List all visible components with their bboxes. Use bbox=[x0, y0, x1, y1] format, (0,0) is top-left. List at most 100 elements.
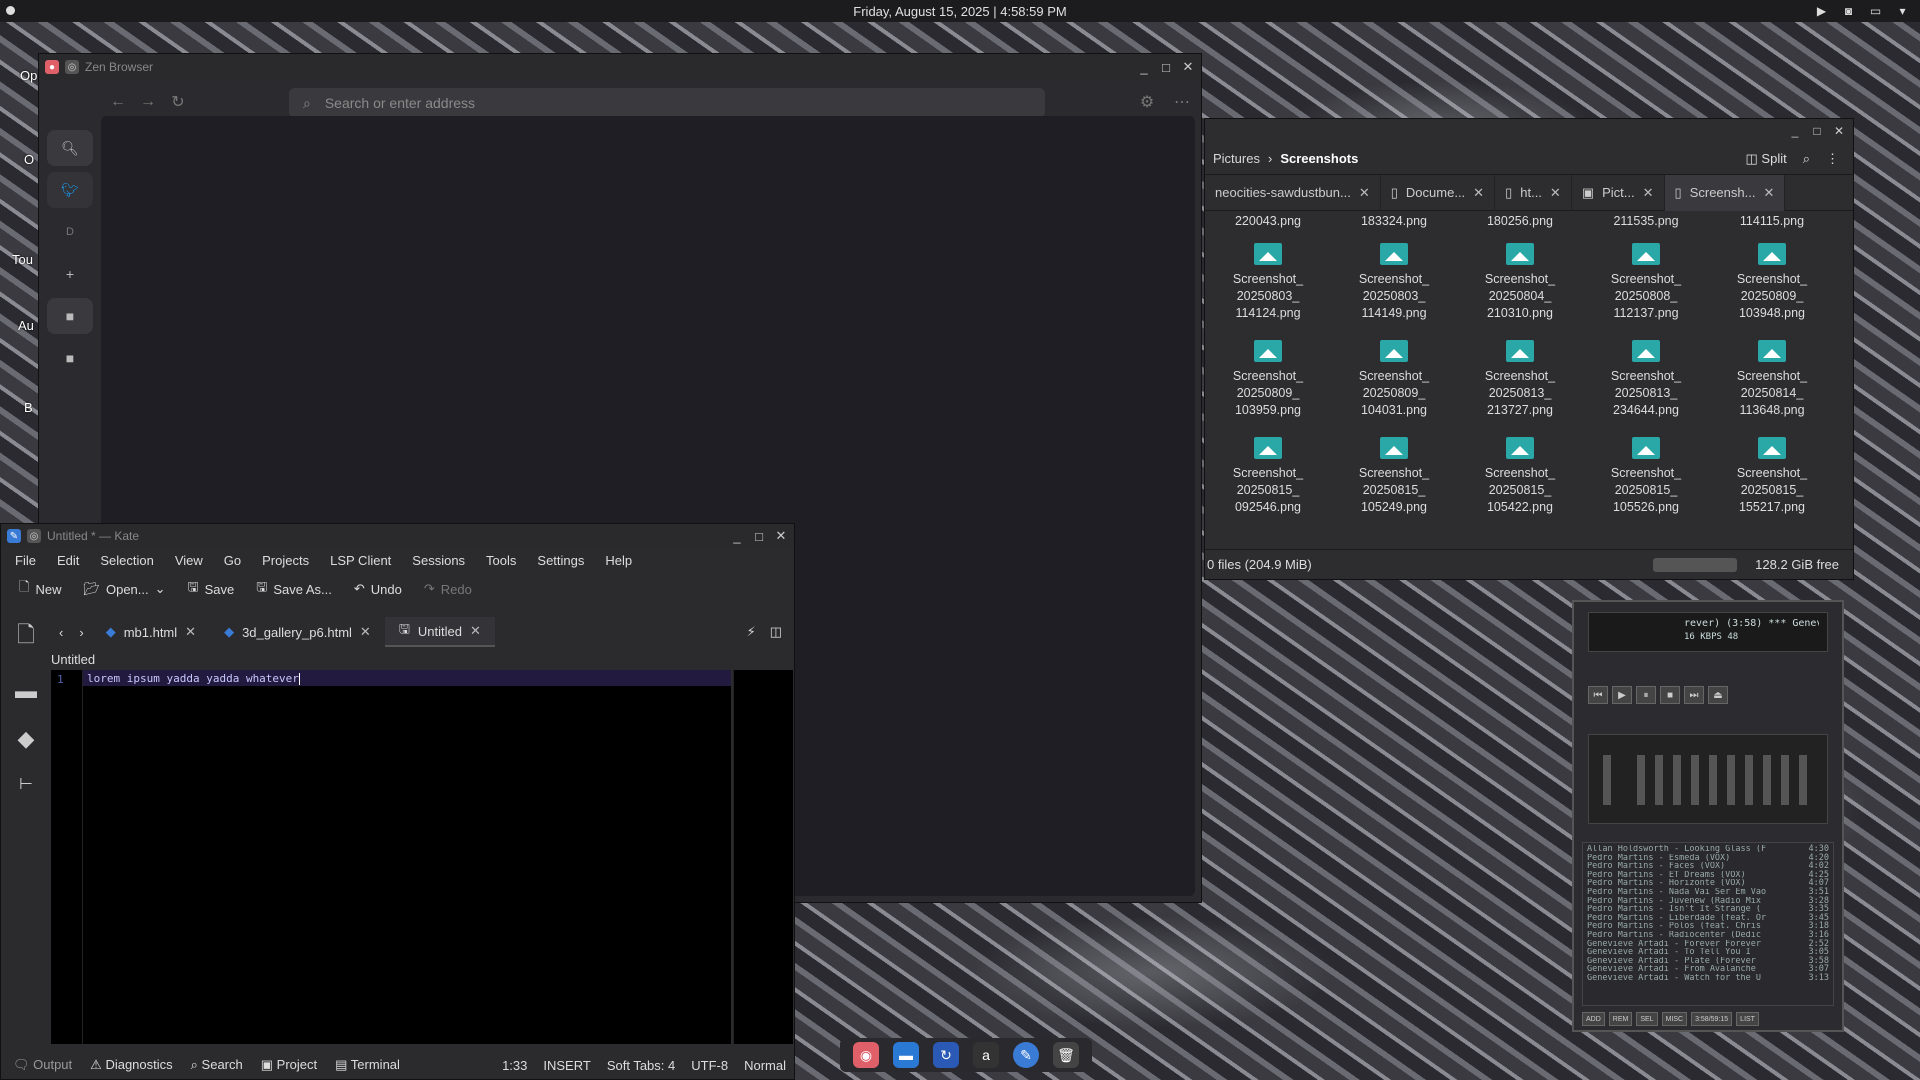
kate-launcher-icon[interactable]: ✎ bbox=[1013, 1042, 1039, 1068]
terminal-button[interactable]: ▤ Terminal bbox=[335, 1057, 400, 1073]
split-view-icon[interactable]: ◫ bbox=[770, 624, 782, 640]
fm-titlebar[interactable]: _ □ ✕ bbox=[1205, 119, 1853, 143]
playlist-item[interactable]: Genevieve Artadi - Watch for the U 3:13 bbox=[1587, 974, 1829, 983]
playlist-control[interactable]: MISC bbox=[1661, 1012, 1688, 1026]
address-bar[interactable]: ⌕ Search or enter address bbox=[289, 88, 1045, 118]
activities-icon[interactable] bbox=[6, 6, 15, 15]
playlist-item[interactable]: Allan Holdsworth - Looking Glass (F 4:30 bbox=[1587, 845, 1829, 854]
save-as-button[interactable]: 🖫︎ Save As... bbox=[256, 578, 332, 600]
playlist-item[interactable]: Pedro Martins - Nada Vai Ser Em Vao 3:51 bbox=[1587, 888, 1829, 897]
minimize-icon[interactable]: _ bbox=[1135, 58, 1153, 76]
project-tree-icon[interactable]: ⊢ bbox=[19, 774, 33, 794]
tab-scroll-right-icon[interactable]: › bbox=[71, 617, 91, 647]
menu-go[interactable]: Go bbox=[224, 553, 241, 568]
close-icon[interactable]: ✕ bbox=[772, 527, 790, 545]
search-button[interactable]: ⌕ Search bbox=[191, 1057, 243, 1073]
playlist-item[interactable]: Genevieve Artadi - Forever Forever 2:52 bbox=[1587, 939, 1829, 949]
playlist-item[interactable]: Pedro Martins - Polos (feat. Chris 3:18 bbox=[1587, 922, 1829, 931]
desktop-icon-label[interactable]: Au bbox=[18, 318, 34, 333]
pin-icon[interactable]: ◎ bbox=[65, 60, 79, 74]
add-icon[interactable]: + bbox=[47, 256, 93, 292]
file-item[interactable]: Screenshot_ 20250815_ 155217.png bbox=[1709, 437, 1835, 516]
playlist-item[interactable]: Pedro Martins - Esmeda (VOX) 4:20 bbox=[1587, 853, 1829, 863]
eq-slider[interactable] bbox=[1673, 755, 1681, 805]
audio-launcher-icon[interactable]: a bbox=[973, 1042, 999, 1068]
close-icon[interactable]: ✕ bbox=[1831, 123, 1847, 139]
desktop-icon-label[interactable]: B bbox=[24, 400, 33, 415]
editor[interactable]: 1 lorem ipsum yadda yadda whatever bbox=[51, 670, 731, 1044]
eq-slider[interactable] bbox=[1709, 755, 1717, 805]
file-item[interactable]: Screenshot_ 20250815_ 105249.png bbox=[1331, 437, 1457, 516]
menu-tools[interactable]: Tools bbox=[486, 553, 516, 568]
save-button[interactable]: 🖫︎ Save bbox=[188, 578, 235, 600]
updater-launcher-icon[interactable]: ↻ bbox=[933, 1042, 959, 1068]
file-item[interactable]: Screenshot_ 20250814_ 113648.png bbox=[1709, 340, 1835, 419]
pin-icon[interactable]: ◎ bbox=[27, 529, 41, 543]
file-item[interactable]: Screenshot_ 20250804_ 210310.png bbox=[1457, 243, 1583, 322]
forward-icon[interactable]: → bbox=[133, 93, 163, 111]
menu-lsp-client[interactable]: LSP Client bbox=[330, 553, 391, 568]
playlist-control[interactable]: ADD bbox=[1582, 1012, 1605, 1026]
indentation[interactable]: Soft Tabs: 4 bbox=[607, 1058, 675, 1073]
file-item[interactable]: Screenshot_ 20250813_ 234644.png bbox=[1583, 340, 1709, 419]
desktop-icon-label[interactable]: Tou bbox=[12, 252, 33, 267]
eject-icon[interactable]: ⏏ bbox=[1708, 686, 1728, 704]
cursor-position[interactable]: 1:33 bbox=[502, 1058, 527, 1073]
playlist-item[interactable]: Pedro Martins - Juvenew (Radio Mix 3:28 bbox=[1587, 896, 1829, 906]
user-icon[interactable]: ◙ bbox=[1841, 3, 1856, 18]
open-button[interactable]: 📂︎ Open... ⌄ bbox=[83, 581, 165, 597]
editor-line[interactable]: lorem ipsum yadda yadda whatever bbox=[83, 670, 731, 686]
media-play-icon[interactable]: ▶ bbox=[1814, 3, 1829, 18]
eq-slider[interactable] bbox=[1637, 755, 1645, 805]
menu-file[interactable]: File bbox=[15, 553, 36, 568]
file-item[interactable]: Screenshot_ 20250815_ 092546.png bbox=[1205, 437, 1331, 516]
eq-slider[interactable] bbox=[1691, 755, 1699, 805]
breadcrumb-pictures[interactable]: Pictures bbox=[1213, 151, 1260, 166]
undo-button[interactable]: ↶ Undo bbox=[354, 581, 402, 597]
maximize-icon[interactable]: □ bbox=[750, 527, 768, 545]
prev-icon[interactable]: ⏮ bbox=[1588, 686, 1608, 704]
search-icon[interactable]: ⌕ bbox=[1803, 151, 1810, 167]
play-icon[interactable]: ▶ bbox=[1612, 686, 1632, 704]
menu-help[interactable]: Help bbox=[605, 553, 632, 568]
file-item[interactable]: Screenshot_ 20250809_ 103948.png bbox=[1709, 243, 1835, 322]
diagnostics-button[interactable]: ⚠︎ Diagnostics bbox=[90, 1057, 172, 1073]
extensions-icon[interactable]: ⚙ bbox=[1132, 92, 1162, 112]
maximize-icon[interactable]: □ bbox=[1809, 123, 1825, 139]
clock[interactable]: Friday, August 15, 2025 | 4:58:59 PM bbox=[853, 4, 1066, 19]
eq-slider[interactable] bbox=[1781, 755, 1789, 805]
minimize-icon[interactable]: _ bbox=[1787, 123, 1803, 139]
quick-action-icon[interactable]: ⚡︎ bbox=[747, 624, 756, 640]
editing-mode[interactable]: Normal bbox=[744, 1058, 786, 1073]
next-icon[interactable]: ⏭ bbox=[1684, 686, 1704, 704]
close-tab-icon[interactable]: ✕ bbox=[360, 624, 371, 640]
stop-icon[interactable]: ■ bbox=[1660, 686, 1680, 704]
file-item[interactable]: 211535.png bbox=[1583, 215, 1709, 230]
tab-3d-gallery[interactable]: ◆ 3d_gallery_p6.html ✕ bbox=[210, 617, 385, 647]
close-icon[interactable]: ✕ bbox=[1179, 58, 1197, 76]
file-item[interactable]: Screenshot_ 20250809_ 103959.png bbox=[1205, 340, 1331, 419]
reload-icon[interactable]: ↻ bbox=[163, 92, 193, 112]
file-item[interactable]: 114115.png bbox=[1709, 215, 1835, 230]
playlist-control[interactable]: SEL bbox=[1636, 1012, 1658, 1026]
tab-pictures[interactable]: ▣ Pict... ✕ bbox=[1572, 174, 1665, 211]
project-button[interactable]: ▣ Project bbox=[261, 1057, 317, 1073]
trash-icon[interactable]: 🗑︎ bbox=[1053, 1042, 1079, 1068]
desktop-icon-label[interactable]: O bbox=[24, 152, 34, 167]
eq-slider[interactable] bbox=[1603, 755, 1611, 805]
file-item[interactable]: Screenshot_ 20250803_ 114124.png bbox=[1205, 243, 1331, 322]
menu-view[interactable]: View bbox=[175, 553, 203, 568]
close-tab-icon[interactable]: ✕ bbox=[470, 623, 481, 639]
playlist-item[interactable]: Pedro Martins - Radiocenter (Dedic 3:16 bbox=[1587, 931, 1829, 940]
tab-scroll-left-icon[interactable]: ‹ bbox=[51, 617, 71, 647]
file-item[interactable]: Screenshot_ 20250808_ 112137.png bbox=[1583, 243, 1709, 322]
pause-icon[interactable]: ⏸ bbox=[1636, 686, 1656, 704]
close-tab-icon[interactable]: ✕ bbox=[1763, 185, 1774, 201]
input-mode[interactable]: INSERT bbox=[543, 1058, 590, 1073]
tab-mb1[interactable]: ◆ mb1.html ✕ bbox=[92, 617, 210, 647]
file-item[interactable]: 183324.png bbox=[1331, 215, 1457, 230]
git-icon[interactable]: ◆ bbox=[18, 726, 35, 752]
browser-launcher-icon[interactable]: ◉ bbox=[853, 1042, 879, 1068]
workspace-icon[interactable]: ■ bbox=[47, 340, 93, 376]
output-button[interactable]: 🗨︎ Output bbox=[13, 1057, 72, 1073]
